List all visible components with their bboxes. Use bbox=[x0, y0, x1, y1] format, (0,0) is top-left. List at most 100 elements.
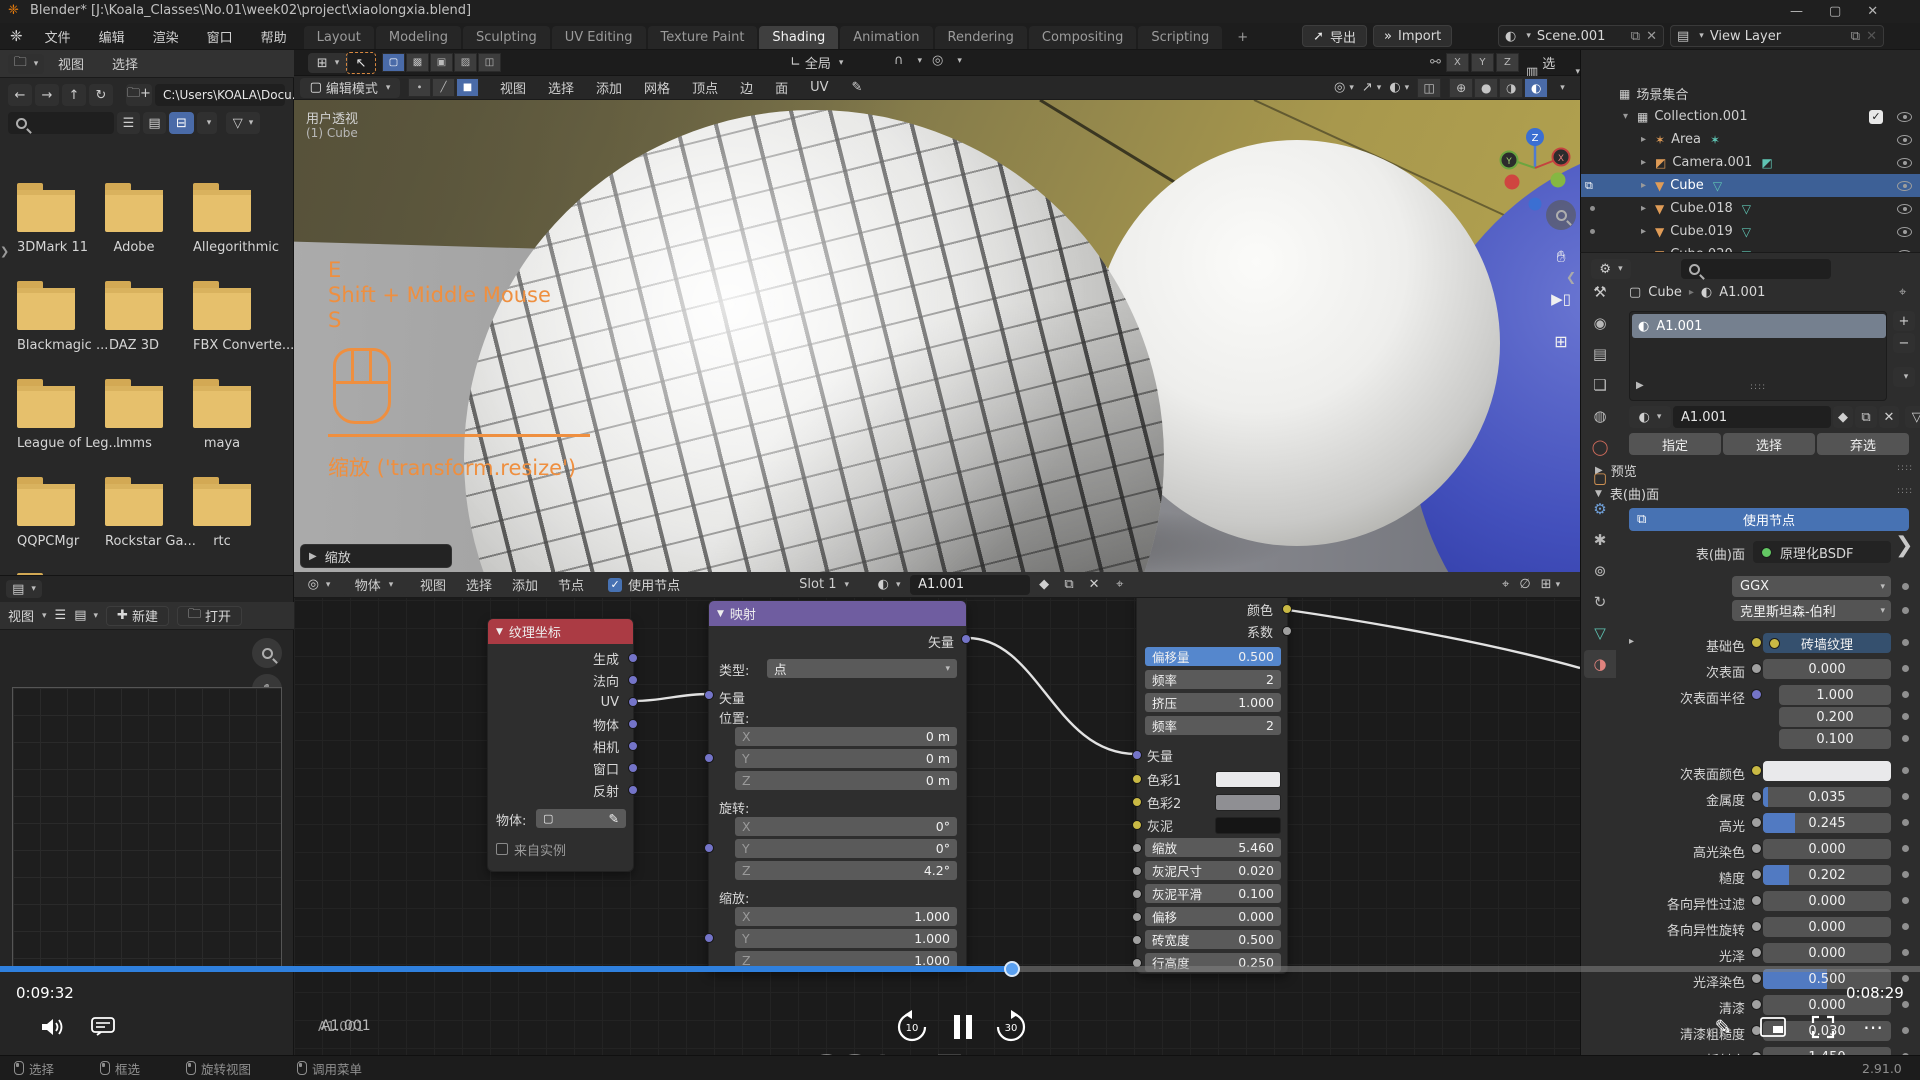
checkbox-icon[interactable]: ✓ bbox=[1869, 110, 1883, 124]
生成-output-socket[interactable] bbox=[628, 653, 638, 663]
砖宽度-input-socket[interactable] bbox=[1132, 935, 1142, 945]
file-menu-选择[interactable]: 选择 bbox=[98, 50, 152, 77]
folder-item[interactable]: Rockstar Ga... bbox=[105, 484, 163, 549]
from-instancer-row[interactable]: 来自实例 bbox=[496, 839, 566, 859]
camera-view-icon[interactable]: ▶▯ bbox=[1546, 284, 1576, 314]
socket-chip[interactable] bbox=[1751, 999, 1762, 1010]
properties-tab-material[interactable]: ◑ bbox=[1584, 650, 1616, 678]
eyedropper-icon[interactable]: ✎ bbox=[852, 80, 863, 95]
窗口-output-socket[interactable] bbox=[628, 763, 638, 773]
color-swatch[interactable] bbox=[1215, 771, 1281, 788]
rotation-input-socket[interactable] bbox=[704, 843, 714, 853]
folder-item[interactable]: Blackmagic ... bbox=[17, 288, 75, 353]
import-button[interactable]: » Import bbox=[1373, 25, 1452, 47]
色彩1-input-socket[interactable] bbox=[1132, 774, 1142, 784]
view-menu[interactable]: 视图▾ bbox=[8, 606, 47, 625]
folder-item[interactable]: League of Leg... bbox=[17, 386, 75, 451]
node-header[interactable]: ▼映射 bbox=[709, 601, 966, 626]
workspace-tab-Rendering[interactable]: Rendering bbox=[935, 26, 1027, 49]
select-intersect-icon[interactable]: ◫ bbox=[478, 53, 501, 72]
active-tool-icon[interactable]: ↖ bbox=[346, 52, 376, 74]
brick-field-偏移[interactable]: 偏移0.000 bbox=[1145, 907, 1281, 926]
edge-select-icon[interactable]: ╱ bbox=[432, 78, 455, 97]
viewport-menu-UV[interactable]: UV bbox=[799, 74, 839, 101]
mapping-node[interactable]: ▼映射 矢量 类型: 点▾ 矢量 位置:X0 mY0 mZ0 m旋转:X0°Y0… bbox=[708, 600, 967, 972]
properties-tab-object[interactable]: ▢ bbox=[1584, 464, 1616, 492]
shader-editor-type-icon[interactable]: ◎ ▾ bbox=[300, 575, 338, 595]
file-menu-视图[interactable]: 视图 bbox=[44, 50, 98, 77]
unlink-icon[interactable]: ✕ bbox=[1879, 406, 1899, 428]
vector-component-field[interactable]: Y0 m bbox=[735, 749, 957, 768]
value-field[interactable]: 0.035 bbox=[1763, 787, 1891, 807]
workspace-tab-Animation[interactable]: Animation bbox=[840, 26, 932, 49]
filter-icon[interactable]: ▽ ▾ bbox=[226, 112, 260, 134]
socket-chip[interactable] bbox=[1751, 791, 1762, 802]
workspace-tab-Sculpting[interactable]: Sculpting bbox=[463, 26, 550, 49]
folder-item[interactable]: QQPCMgr bbox=[17, 484, 75, 549]
proportional-icon[interactable]: ∅ bbox=[1519, 577, 1530, 592]
properties-tab-constraints[interactable]: ↻ bbox=[1584, 588, 1616, 616]
folder-item[interactable]: Allegorithmic bbox=[193, 190, 251, 255]
shader-type-dropdown[interactable]: 物体▾ bbox=[342, 575, 406, 595]
brick-field-频率[interactable]: 频率2 bbox=[1145, 670, 1281, 689]
breadcrumb-object[interactable]: Cube bbox=[1648, 285, 1682, 300]
slot-menu-dropdown[interactable]: ▾ bbox=[1893, 367, 1915, 387]
value-field[interactable]: 0.100 bbox=[1779, 729, 1891, 749]
proportional-edit-icon[interactable]: ◎ bbox=[932, 53, 943, 68]
thumbnail-view-icon[interactable]: ⊟ bbox=[169, 112, 194, 134]
path-field[interactable]: C:\Users\KOALA\Docu... bbox=[155, 84, 285, 106]
disclosure-icon[interactable]: ▸ bbox=[1641, 134, 1655, 145]
socket-chip[interactable] bbox=[1751, 817, 1762, 828]
properties-tab-modifiers[interactable]: ⚙ bbox=[1584, 495, 1616, 523]
反射-output-socket[interactable] bbox=[628, 785, 638, 795]
mirror-z-button[interactable]: Z bbox=[1496, 53, 1519, 72]
menu-渲染[interactable]: 渲染 bbox=[139, 23, 193, 50]
pin-icon[interactable]: ⌖ bbox=[1899, 285, 1906, 300]
node-header[interactable]: ▼纹理坐标 bbox=[488, 619, 633, 644]
properties-tab-output[interactable]: ▤ bbox=[1584, 340, 1616, 368]
folder-item[interactable]: 3DMark 11 bbox=[17, 190, 75, 255]
select-extend-icon[interactable]: ▩ bbox=[406, 53, 429, 72]
socket-chip[interactable] bbox=[1751, 895, 1762, 906]
button-指定[interactable]: 指定 bbox=[1629, 433, 1721, 455]
select-subtract-icon[interactable]: ▣ bbox=[430, 53, 453, 72]
vector-component-field[interactable]: Y1.000 bbox=[735, 929, 957, 948]
select-new-icon[interactable]: ▢ bbox=[382, 53, 405, 72]
animate-dot[interactable] bbox=[1902, 975, 1909, 982]
add-slot-button[interactable]: + bbox=[1893, 311, 1915, 331]
orthographic-grid-icon[interactable]: ⊞ bbox=[1546, 326, 1576, 356]
fake-user-shield-icon[interactable]: ◆ bbox=[1034, 575, 1054, 595]
相机-output-socket[interactable] bbox=[628, 741, 638, 751]
display-size-dropdown[interactable]: ▾ bbox=[197, 112, 217, 134]
browse-material-icon[interactable]: ◐ ▾ bbox=[872, 575, 906, 595]
back-icon[interactable]: ← bbox=[8, 84, 32, 106]
export-button[interactable]: ➚ 导出 bbox=[1302, 25, 1367, 47]
zoom-icon[interactable] bbox=[1546, 200, 1576, 230]
socket-chip[interactable] bbox=[1751, 637, 1762, 648]
resize-grip[interactable]: :::: bbox=[1750, 382, 1766, 392]
close-icon[interactable]: ✕ bbox=[1646, 29, 1657, 44]
brick-field-频率[interactable]: 频率2 bbox=[1145, 716, 1281, 735]
copy-icon[interactable]: ⧉ bbox=[1851, 29, 1860, 44]
brick-field-灰泥平滑[interactable]: 灰泥平滑0.100 bbox=[1145, 884, 1281, 903]
animate-dot[interactable] bbox=[1902, 767, 1909, 774]
outliner-item-label[interactable]: Area bbox=[1671, 132, 1701, 147]
color-swatch[interactable] bbox=[1215, 817, 1281, 834]
animate-dot[interactable] bbox=[1902, 607, 1909, 614]
more-icon[interactable]: ⋯ bbox=[1856, 1012, 1890, 1042]
visibility-eye-icon[interactable] bbox=[1897, 227, 1912, 237]
eyedropper-icon[interactable]: ✎ bbox=[609, 811, 619, 826]
edit-icon[interactable]: ✎ bbox=[1706, 1012, 1740, 1042]
shader-editor[interactable]: ◎▾ 物体▾ 视图选择添加节点 ✓ 使用节点 Slot 1▾ ◐▾ A1.001… bbox=[294, 572, 1580, 1080]
socket-chip[interactable] bbox=[1751, 689, 1762, 700]
menu-帮助[interactable]: 帮助 bbox=[247, 23, 301, 50]
xray-toggle-icon[interactable]: ◫ bbox=[1417, 78, 1441, 98]
folder-item[interactable]: FBX Converte... bbox=[193, 288, 251, 353]
灰泥-input-socket[interactable] bbox=[1132, 820, 1142, 830]
法向-output-socket[interactable] bbox=[628, 675, 638, 685]
vector-component-field[interactable]: Y0° bbox=[735, 839, 957, 858]
disclosure-icon[interactable]: ▾ bbox=[1623, 111, 1637, 122]
file-browser-type-icon[interactable]: 🗀 ▾ bbox=[8, 54, 44, 74]
expand-chevron-icon[interactable]: ❯ bbox=[1895, 533, 1913, 558]
snap-icon[interactable]: ∩ bbox=[894, 53, 904, 68]
